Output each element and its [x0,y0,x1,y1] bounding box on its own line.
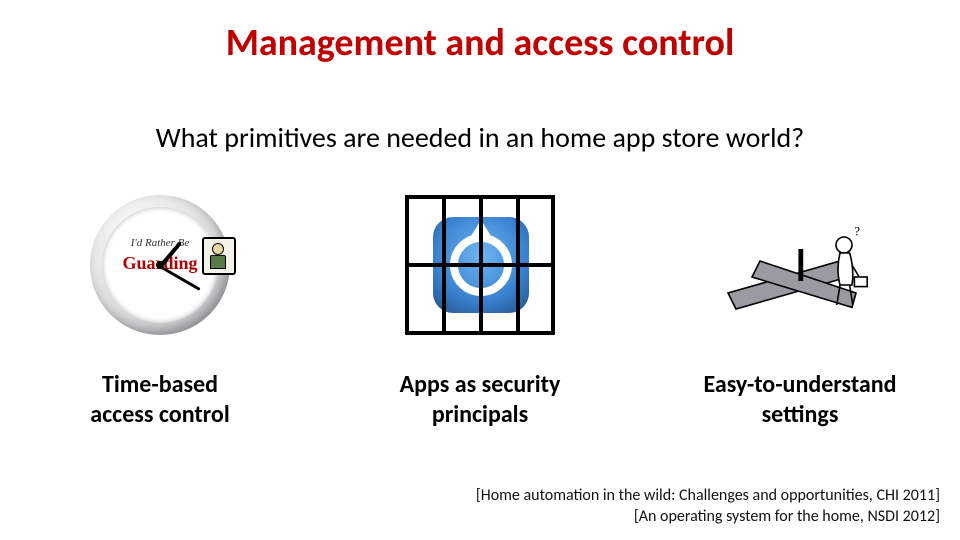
reference-1: [Home automation in the wild: Challenges… [476,485,940,507]
references: [Home automation in the wild: Challenges… [476,485,940,528]
confused-signpost-illustration: ? [720,190,880,340]
content-row: I'd Rather Be Guarding Time-basedaccess … [0,190,960,430]
caption-time-based: Time-basedaccess control [90,370,229,430]
reference-2: [An operating system for the home, NSDI … [476,506,940,528]
guard-icon [202,237,236,275]
col-time-based: I'd Rather Be Guarding Time-basedaccess … [10,190,310,430]
slide-subtitle: What primitives are needed in an home ap… [0,120,960,155]
slide-title: Management and access control [0,20,960,66]
col-easy-settings: ? Easy-to-understandsettings [650,190,950,430]
jail-illustration [400,190,560,340]
signpost-icon: ? [720,190,880,340]
clock-illustration: I'd Rather Be Guarding [80,190,240,340]
jail-icon [405,195,555,335]
svg-text:?: ? [854,224,860,238]
col-apps-principals: Apps as securityprincipals [330,190,630,430]
clock-icon: I'd Rather Be Guarding [90,195,230,335]
caption-apps-principals: Apps as securityprincipals [400,370,561,430]
caption-easy-settings: Easy-to-understandsettings [703,370,896,430]
slide: Management and access control What primi… [0,0,960,540]
